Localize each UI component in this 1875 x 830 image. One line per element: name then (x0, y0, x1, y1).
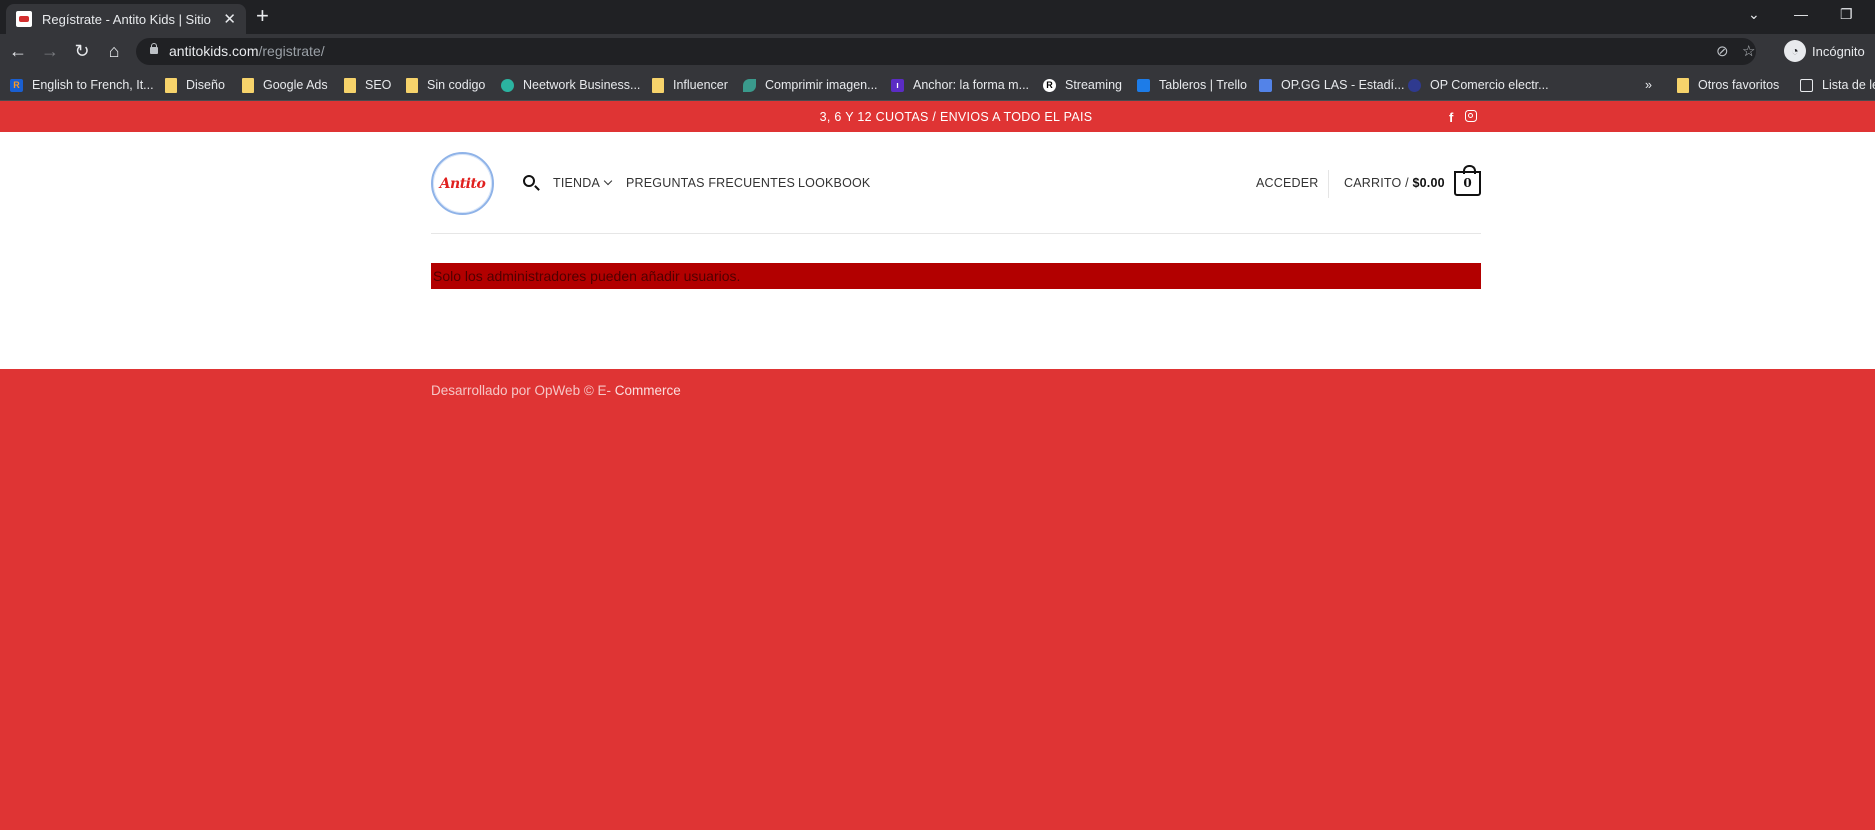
bookmark-label: English to French, It... (32, 78, 154, 92)
nav-acceder[interactable]: ACCEDER (1256, 176, 1319, 190)
folder-icon (406, 77, 418, 93)
podcast-icon: ı (891, 78, 904, 92)
bookmark-otros-favoritos[interactable]: Otros favoritos (1677, 76, 1779, 94)
facebook-icon[interactable]: f (1449, 110, 1453, 125)
address-bar[interactable]: antitokids.com/registrate/ ⊘ ☆ (136, 38, 1756, 65)
reading-list-icon (1800, 78, 1813, 92)
bookmark-english-to-french[interactable]: R English to French, It... (10, 76, 154, 94)
tab-title: Regístrate - Antito Kids | Sitio Of (42, 11, 216, 27)
nav-lookbook[interactable]: LOOKBOOK (798, 176, 870, 190)
incognito-indicator[interactable]: ◔ Incógnito (1784, 40, 1865, 62)
browser-tab-bar: Regístrate - Antito Kids | Sitio Of ✕ + … (0, 0, 1875, 34)
url-host: antitokids.com (169, 43, 259, 59)
footer-credits: Desarrollado por OpWeb © E- Commerce (431, 383, 681, 398)
folder-icon (1677, 77, 1689, 93)
nav-preguntas-frecuentes[interactable]: PREGUNTAS FRECUENTES (626, 176, 795, 190)
eye-slash-icon[interactable]: ⊘ (1716, 42, 1729, 60)
search-icon[interactable] (523, 175, 535, 187)
bookmark-label: Neetwork Business... (523, 78, 641, 92)
bookmark-label: Streaming (1065, 78, 1122, 92)
browser-tab[interactable]: Regístrate - Antito Kids | Sitio Of ✕ (6, 4, 246, 34)
logo-text: Antito (439, 175, 486, 192)
bookmark-sin-codigo[interactable]: Sin codigo (406, 76, 485, 94)
opgg-icon (1259, 78, 1272, 92)
footer-link[interactable]: Commerce (615, 383, 681, 398)
bookmark-opgg[interactable]: OP.GG LAS - Estadí... (1259, 76, 1404, 94)
bookmark-diseno[interactable]: Diseño (165, 76, 225, 94)
tab-search-chevron-icon[interactable]: ⌄ (1748, 6, 1760, 23)
close-tab-icon[interactable]: ✕ (223, 10, 236, 28)
folder-icon (242, 77, 254, 93)
bookmark-label: Sin codigo (427, 78, 486, 92)
bookmark-lista-lectura[interactable]: Lista de le (1800, 76, 1875, 94)
bookmark-label: OP Comercio electr... (1430, 78, 1549, 92)
more-bookmarks-button[interactable]: » (1645, 76, 1652, 94)
translate-icon: R (10, 78, 23, 92)
incognito-label: Incógnito (1812, 43, 1865, 59)
star-icon[interactable]: ☆ (1742, 42, 1755, 60)
bookmark-google-ads[interactable]: Google Ads (242, 76, 328, 94)
bookmarks-bar: R English to French, It... Diseño Google… (0, 68, 1875, 101)
browser-toolbar: ← → ↻ ⌂ antitokids.com/registrate/ ⊘ ☆ ◔… (0, 34, 1875, 68)
bookmark-label: Comprimir imagen... (765, 78, 878, 92)
minimize-button[interactable]: — (1794, 6, 1808, 22)
site-logo[interactable]: Antito (431, 152, 494, 215)
promo-banner: 3, 6 Y 12 CUOTAS / ENVIOS A TODO EL PAIS… (0, 102, 1875, 132)
r-icon: R (1043, 78, 1056, 92)
url-path: /registrate/ (258, 43, 325, 59)
bookmark-label: Lista de le (1822, 78, 1875, 92)
bookmark-streaming[interactable]: R Streaming (1043, 76, 1122, 94)
lock-icon[interactable] (150, 43, 158, 54)
back-arrow-icon[interactable]: ← (8, 41, 28, 61)
url-text[interactable]: antitokids.com/registrate/ (169, 43, 325, 59)
bookmark-comprimir[interactable]: Comprimir imagen... (743, 76, 878, 94)
bookmark-trello[interactable]: Tableros | Trello (1137, 76, 1247, 94)
header-divider (1328, 170, 1329, 198)
bookmark-influencer[interactable]: Influencer (652, 76, 728, 94)
leaf-icon (743, 78, 756, 92)
bookmark-seo[interactable]: SEO (344, 76, 391, 94)
restore-button[interactable]: ❐ (1840, 6, 1853, 23)
instagram-icon[interactable] (1465, 110, 1477, 122)
bookmark-label: Anchor: la forma m... (913, 78, 1030, 92)
cart-label: CARRITO / (1344, 176, 1409, 190)
nav-tienda[interactable]: TIENDA (553, 176, 613, 190)
home-icon[interactable]: ⌂ (104, 41, 124, 61)
nav-tienda-label: TIENDA (553, 176, 601, 190)
bookmark-label: Influencer (673, 78, 728, 92)
site-favicon-icon (16, 11, 32, 27)
new-tab-button[interactable]: + (256, 5, 269, 27)
bookmark-op-comercio[interactable]: OP Comercio electr... (1408, 76, 1549, 94)
bookmark-neetwork[interactable]: Neetwork Business... (501, 76, 640, 94)
header-divider-line (431, 233, 1481, 234)
bookmark-label: Diseño (186, 78, 225, 92)
chevron-down-icon (603, 176, 613, 186)
bookmark-label: Google Ads (263, 78, 328, 92)
footer-prefix: Desarrollado por OpWeb © E- (431, 383, 615, 398)
incognito-icon: ◔ (1784, 40, 1806, 62)
trello-icon (1137, 78, 1150, 92)
folder-icon (165, 77, 177, 93)
link-icon (501, 78, 514, 92)
site-footer: Desarrollado por OpWeb © E- Commerce (0, 369, 1875, 830)
forward-arrow-icon[interactable]: → (40, 41, 60, 61)
folder-icon (344, 77, 356, 93)
promo-banner-text: 3, 6 Y 12 CUOTAS / ENVIOS A TODO EL PAIS (819, 110, 1093, 124)
page-content (0, 132, 1875, 369)
cart-link[interactable]: CARRITO / $0.00 (1344, 176, 1445, 190)
error-message: Solo los administradores pueden añadir u… (433, 268, 741, 284)
globe-icon (1408, 78, 1421, 92)
bookmark-anchor[interactable]: ı Anchor: la forma m... (891, 76, 1029, 94)
bookmark-label: Tableros | Trello (1159, 78, 1248, 92)
cart-amount: $0.00 (1412, 176, 1445, 190)
more-icon: » (1645, 78, 1652, 92)
reload-icon[interactable]: ↻ (72, 41, 92, 61)
error-message-bar: Solo los administradores pueden añadir u… (431, 263, 1481, 289)
bookmark-label: SEO (365, 78, 392, 92)
bookmark-label: OP.GG LAS - Estadí... (1281, 78, 1405, 92)
bookmark-label: Otros favoritos (1698, 78, 1780, 92)
cart-bag-icon[interactable]: 0 (1454, 165, 1481, 196)
folder-icon (652, 77, 664, 93)
